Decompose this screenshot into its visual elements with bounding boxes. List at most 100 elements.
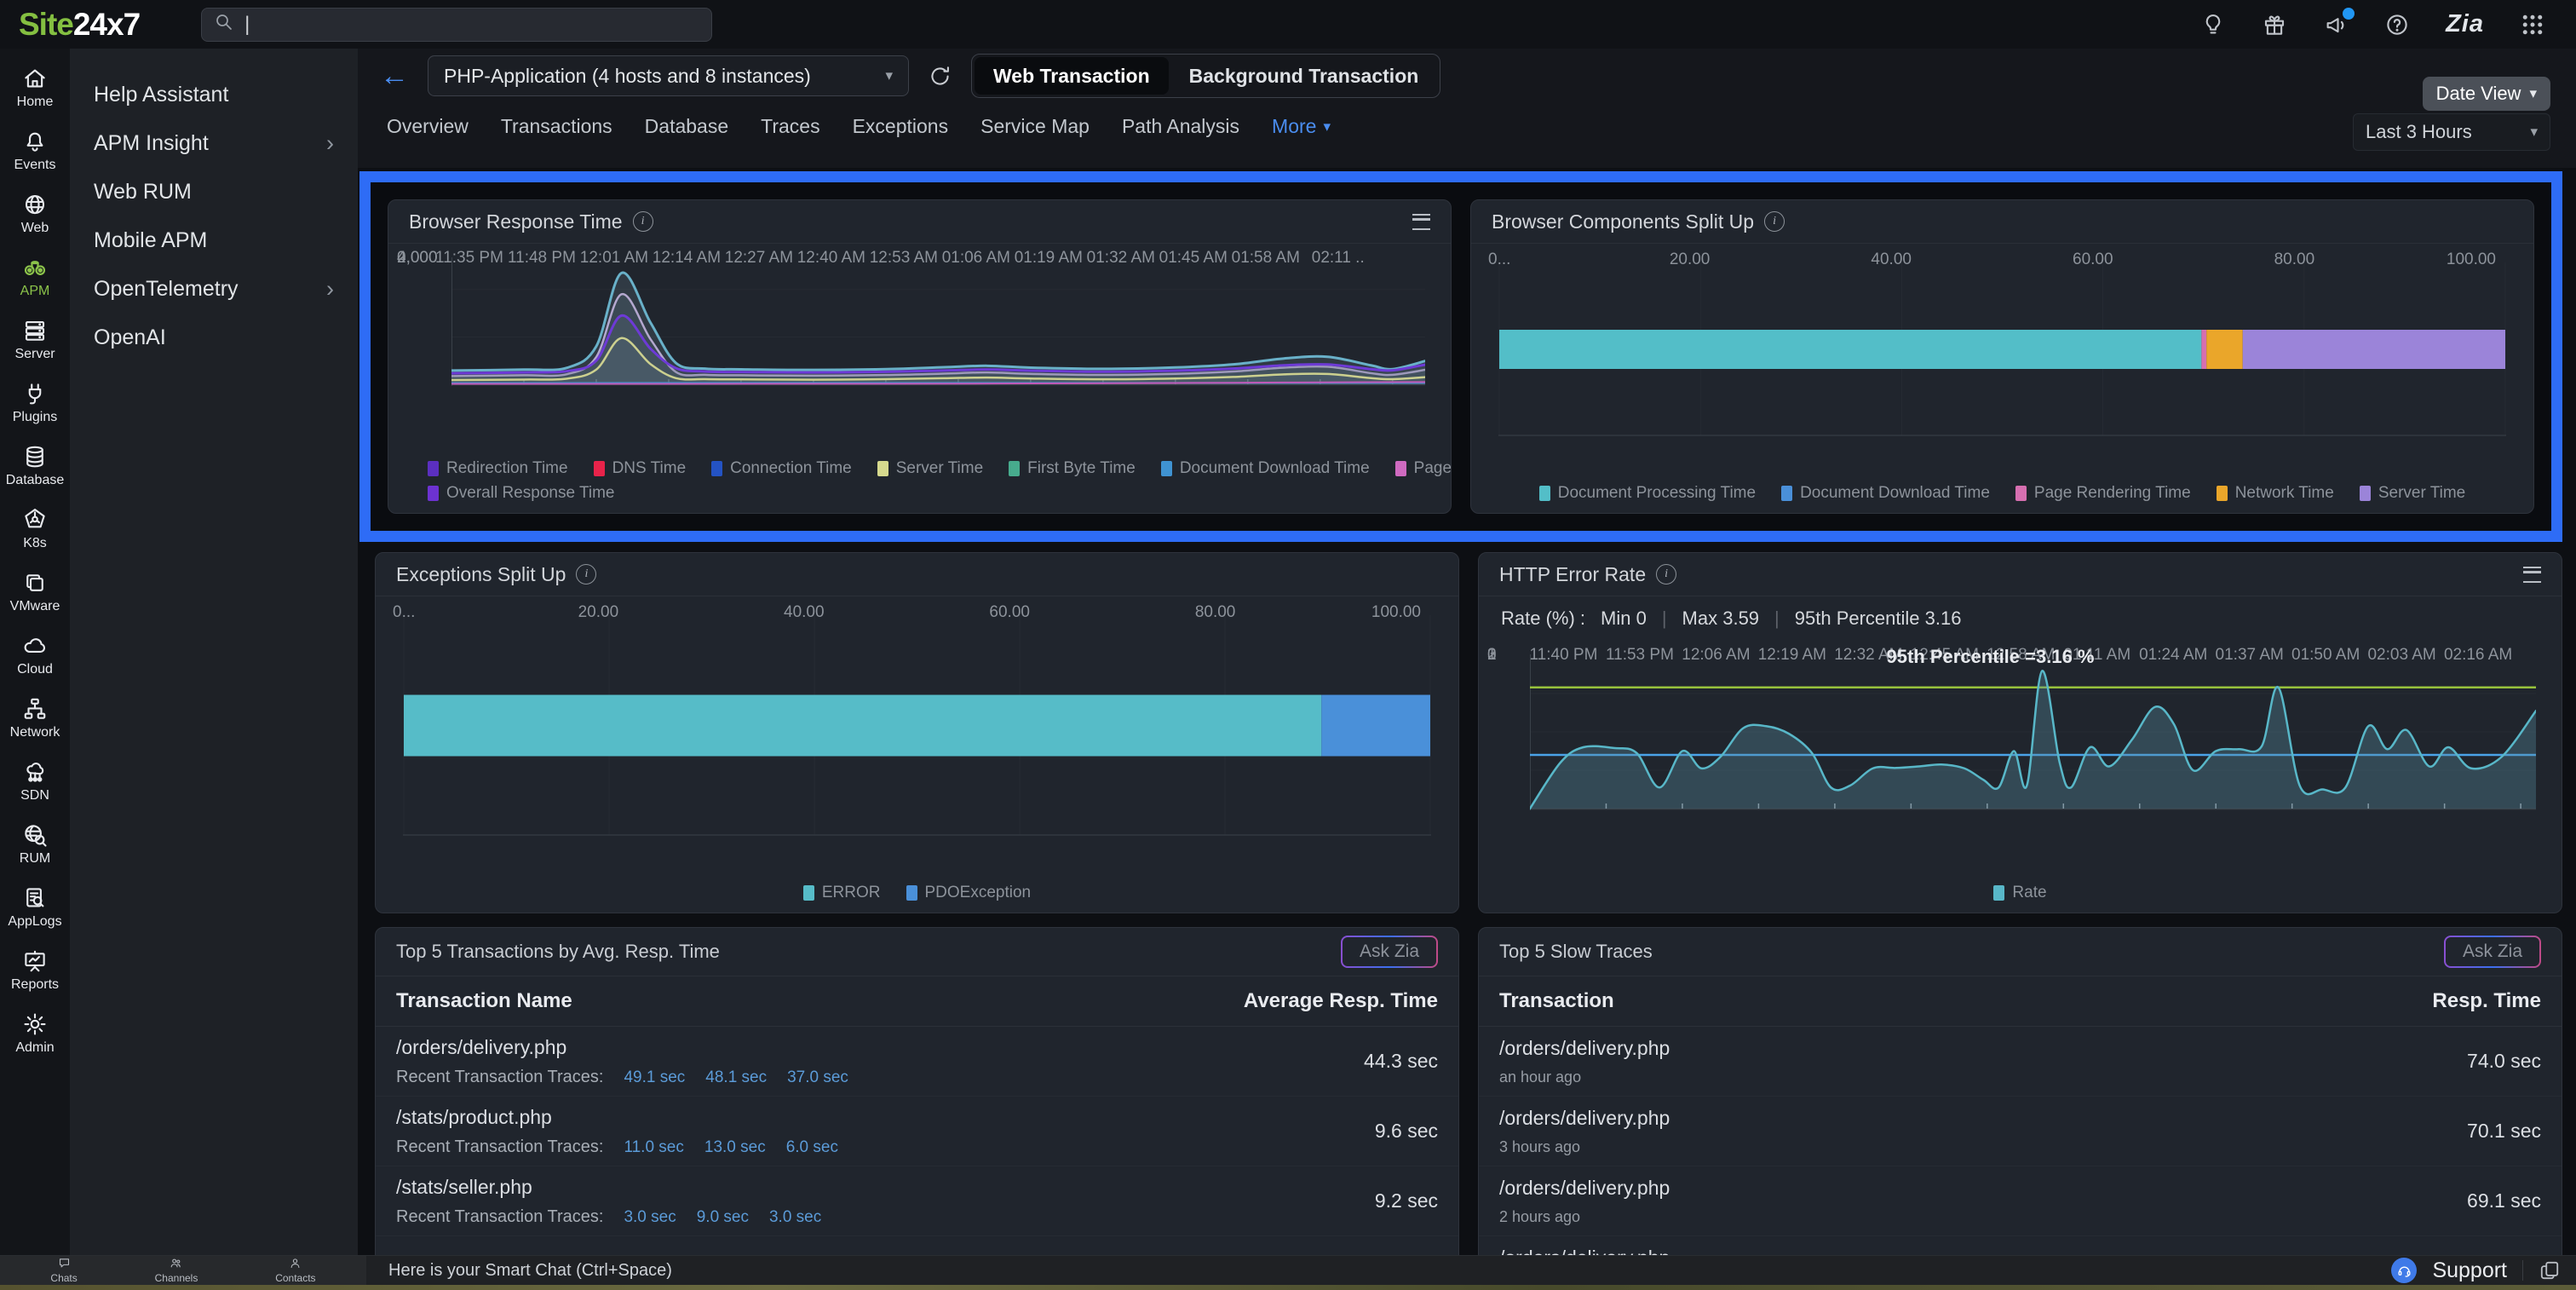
subnav-item-openai[interactable]: OpenAI: [70, 314, 358, 362]
stacked-bar-plot[interactable]: [1498, 262, 2506, 436]
trace-transaction-name[interactable]: /orders/delivery.php: [1499, 1107, 1670, 1130]
sidebar-item-rum[interactable]: RUM: [20, 822, 50, 867]
zia-icon[interactable]: Zia: [2446, 10, 2484, 38]
chart-menu-icon[interactable]: [2523, 567, 2541, 583]
trace-link[interactable]: 11.0 sec: [624, 1138, 683, 1157]
trace-link[interactable]: 49.1 sec: [624, 1068, 685, 1087]
refresh-icon[interactable]: [928, 64, 952, 89]
table-row[interactable]: /orders/delivery.phpRecent Transaction T…: [376, 1027, 1458, 1097]
legend-item[interactable]: Server Time: [877, 459, 983, 478]
date-view-button[interactable]: Date View ▾: [2423, 77, 2550, 111]
trace-link[interactable]: 3.0 sec: [624, 1208, 676, 1227]
sidebar-item-events[interactable]: Events: [14, 129, 56, 173]
trace-link[interactable]: 37.0 sec: [787, 1068, 848, 1087]
sidebar-item-sdn[interactable]: SDN: [20, 759, 49, 803]
column-resp-time[interactable]: Resp. Time: [2432, 989, 2541, 1013]
table-row[interactable]: /stats/product.phpRecent Transaction Tra…: [376, 1097, 1458, 1166]
info-icon[interactable]: i: [1656, 564, 1676, 585]
toggle-background-transaction[interactable]: Background Transaction: [1170, 57, 1438, 95]
legend-item[interactable]: Rate: [1993, 884, 2046, 902]
legend-item[interactable]: Document Download Time: [1781, 484, 1990, 503]
trace-transaction-name[interactable]: /orders/delivery.php: [1499, 1037, 1670, 1060]
legend-item[interactable]: PDOException: [906, 884, 1032, 902]
gift-icon[interactable]: [2262, 12, 2287, 37]
sidebar-item-network[interactable]: Network: [10, 696, 60, 740]
dock-item-channels[interactable]: Channels: [155, 1257, 198, 1284]
legend-item[interactable]: Page Rendering Time: [2015, 484, 2191, 503]
dock-item-contacts[interactable]: Contacts: [275, 1257, 315, 1284]
trace-link[interactable]: 6.0 sec: [786, 1138, 838, 1157]
application-selector[interactable]: PHP-Application (4 hosts and 8 instances…: [428, 55, 909, 96]
trace-link[interactable]: 48.1 sec: [705, 1068, 767, 1087]
tab-service-map[interactable]: Service Map: [980, 115, 1090, 138]
legend-item[interactable]: Connection Time: [711, 459, 852, 478]
sidebar-item-plugins[interactable]: Plugins: [13, 381, 57, 425]
feedback-icon[interactable]: [2539, 1259, 2561, 1281]
legend-item[interactable]: Overall Response Time: [428, 484, 614, 503]
announcement-icon[interactable]: [2323, 12, 2349, 37]
area-chart-plot[interactable]: [1530, 654, 2536, 810]
sidebar-item-home[interactable]: Home: [17, 66, 54, 110]
tab-path-analysis[interactable]: Path Analysis: [1122, 115, 1239, 138]
line-chart-plot[interactable]: [451, 257, 1425, 386]
subnav-item-opentelemetry[interactable]: OpenTelemetry›: [70, 265, 358, 314]
tab-more[interactable]: More▾: [1272, 115, 1331, 138]
chart-menu-icon[interactable]: [1412, 214, 1430, 230]
legend-item[interactable]: Document Processing Time: [1539, 484, 1756, 503]
stacked-bar-plot[interactable]: [403, 615, 1431, 836]
tab-traces[interactable]: Traces: [761, 115, 819, 138]
support-label[interactable]: Support: [2432, 1258, 2507, 1283]
legend-item[interactable]: Page Rendering Time: [1395, 459, 1452, 478]
legend-item[interactable]: ERROR: [803, 884, 881, 902]
legend-item[interactable]: Server Time: [2360, 484, 2465, 503]
subnav-item-mobile-apm[interactable]: Mobile APM: [70, 216, 358, 265]
transaction-name[interactable]: /orders/delivery.php: [396, 1036, 848, 1059]
trace-link[interactable]: 13.0 sec: [704, 1138, 766, 1157]
sidebar-item-applogs[interactable]: AppLogs: [8, 885, 61, 930]
info-icon[interactable]: i: [633, 211, 653, 232]
tab-exceptions[interactable]: Exceptions: [853, 115, 949, 138]
ask-zia-button[interactable]: Ask Zia: [1341, 936, 1438, 968]
subnav-item-apm-insight[interactable]: APM Insight›: [70, 119, 358, 168]
sidebar-item-vmware[interactable]: VMware: [10, 570, 60, 614]
idea-icon[interactable]: [2200, 12, 2226, 37]
smart-chat-hint[interactable]: Here is your Smart Chat (Ctrl+Space): [388, 1261, 672, 1281]
sidebar-item-web[interactable]: Web: [21, 192, 49, 236]
subnav-item-web-rum[interactable]: Web RUM: [70, 168, 358, 216]
help-icon[interactable]: [2384, 12, 2410, 37]
tab-transactions[interactable]: Transactions: [501, 115, 612, 138]
column-avg-resp-time[interactable]: Average Resp. Time: [1244, 989, 1438, 1013]
toggle-web-transaction[interactable]: Web Transaction: [975, 57, 1169, 95]
sidebar-item-database[interactable]: Database: [6, 444, 65, 488]
legend-item[interactable]: Redirection Time: [428, 459, 568, 478]
info-icon[interactable]: i: [1764, 211, 1785, 232]
column-transaction-name[interactable]: Transaction Name: [396, 989, 572, 1013]
back-arrow-icon[interactable]: ←: [380, 61, 409, 90]
subnav-item-help-assistant[interactable]: Help Assistant: [70, 71, 358, 119]
time-range-select[interactable]: Last 3 Hours ▾: [2353, 113, 2550, 151]
sidebar-item-k8s[interactable]: K8s: [22, 507, 48, 551]
table-row[interactable]: /orders/delivery.php3 hours ago70.1 sec: [1479, 1097, 2562, 1166]
dock-item-chats[interactable]: Chats: [50, 1257, 77, 1284]
ask-zia-button[interactable]: Ask Zia: [2444, 936, 2541, 968]
table-row[interactable]: /orders/delivery.php2 hours ago69.1 sec: [1479, 1166, 2562, 1236]
column-transaction[interactable]: Transaction: [1499, 989, 1614, 1013]
tab-overview[interactable]: Overview: [387, 115, 469, 138]
transaction-name[interactable]: /stats/product.php: [396, 1106, 838, 1129]
info-icon[interactable]: i: [576, 564, 596, 585]
sidebar-item-server[interactable]: Server: [14, 318, 55, 362]
trace-transaction-name[interactable]: /orders/delivery.php: [1499, 1177, 1670, 1200]
table-row[interactable]: /orders/delivery.phpan hour ago74.0 sec: [1479, 1027, 2562, 1097]
table-row[interactable]: /stats/seller.phpRecent Transaction Trac…: [376, 1166, 1458, 1236]
legend-item[interactable]: Network Time: [2217, 484, 2334, 503]
sidebar-item-reports[interactable]: Reports: [11, 948, 59, 993]
sidebar-item-admin[interactable]: Admin: [15, 1011, 54, 1056]
legend-item[interactable]: Document Download Time: [1161, 459, 1370, 478]
legend-item[interactable]: First Byte Time: [1009, 459, 1136, 478]
tab-database[interactable]: Database: [645, 115, 728, 138]
sidebar-item-apm[interactable]: APM: [20, 255, 50, 299]
apps-grid-icon[interactable]: [2520, 12, 2545, 37]
support-icon[interactable]: [2391, 1258, 2417, 1283]
legend-item[interactable]: DNS Time: [594, 459, 687, 478]
transaction-name[interactable]: /stats/seller.php: [396, 1176, 821, 1199]
